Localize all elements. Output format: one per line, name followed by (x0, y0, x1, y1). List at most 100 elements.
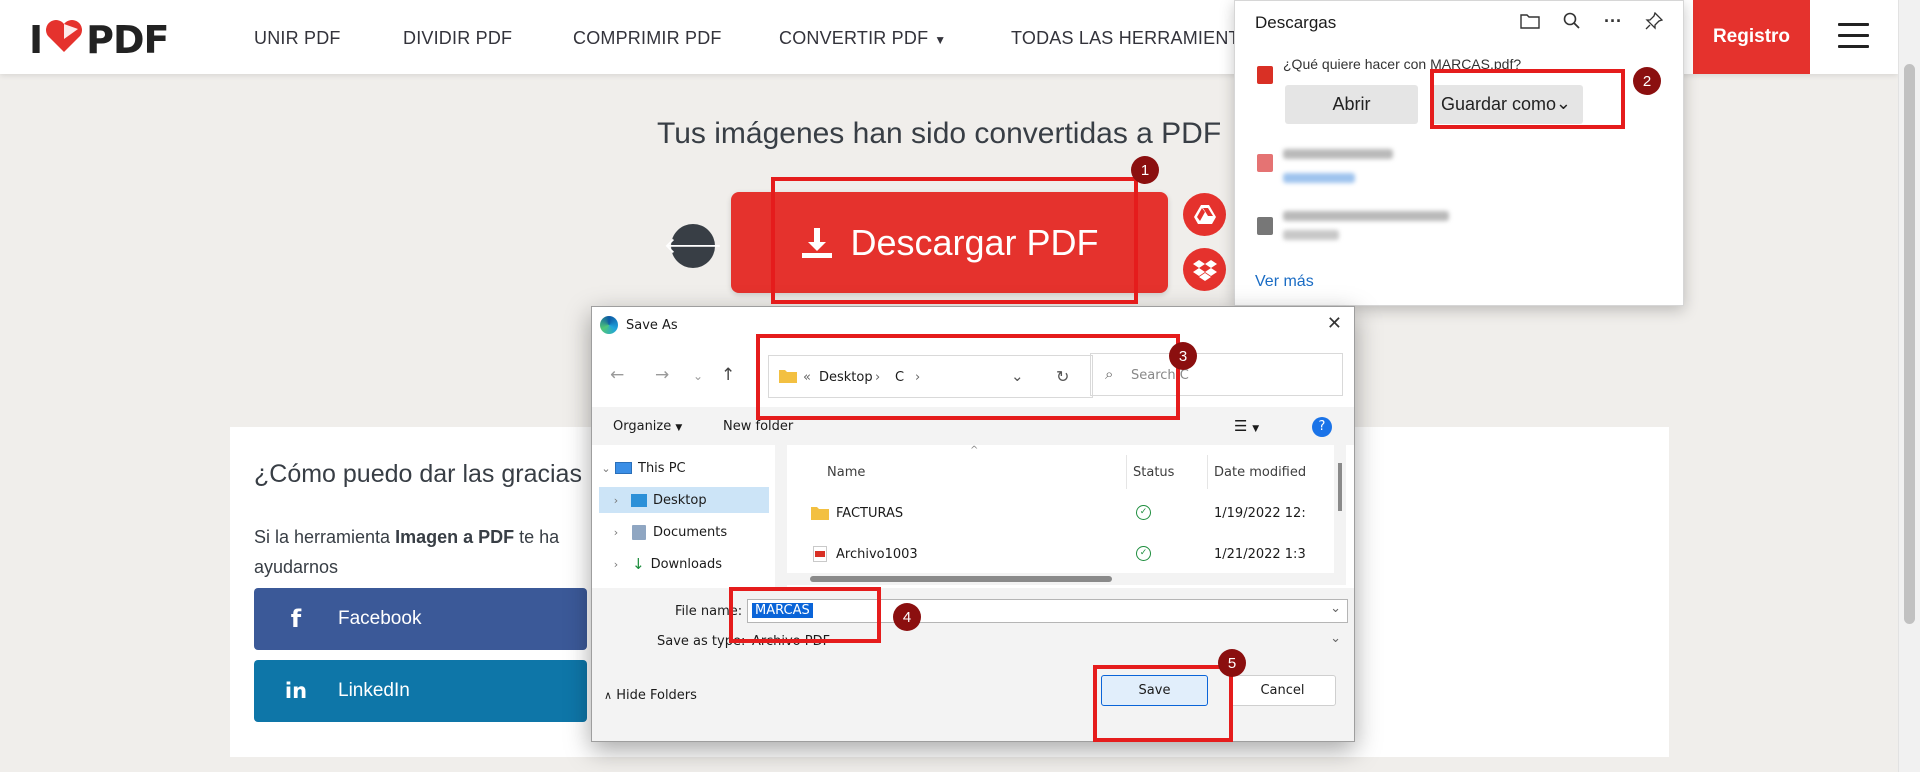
google-drive-button[interactable] (1183, 193, 1226, 236)
organize-menu[interactable]: Organize ▼ (613, 419, 682, 434)
blurred-filename (1283, 149, 1393, 159)
hamburger-menu-icon[interactable] (1838, 23, 1869, 49)
nav-downloads[interactable]: › ↓ Downloads (599, 551, 780, 577)
chevron-down-icon: ⌄ (1330, 601, 1341, 616)
documents-label: Documents (653, 524, 728, 540)
open-button[interactable]: Abrir (1285, 85, 1418, 124)
downloads-label: Downloads (650, 556, 722, 572)
highlight-save-as (1430, 69, 1625, 129)
pdf-file-icon (1257, 154, 1273, 172)
vertical-scrollbar[interactable] (1334, 445, 1346, 585)
step-badge-1: 1 (1131, 156, 1159, 184)
collapsed-chevron-icon: › (613, 557, 619, 571)
organize-label: Organize (613, 419, 672, 434)
thanks-text-line2: ayudarnos (254, 557, 339, 577)
nav-desktop[interactable]: › Desktop (599, 487, 769, 513)
sync-ok-icon: ✓ (1136, 546, 1151, 561)
logo-letter: I (29, 18, 43, 62)
collapsed-chevron-icon: › (613, 493, 619, 507)
facebook-share-button[interactable]: f Facebook (254, 588, 587, 650)
desktop-label: Desktop (653, 492, 707, 508)
registro-button[interactable]: Registro (1693, 0, 1810, 74)
scrollbar-thumb[interactable] (1338, 463, 1342, 511)
dropbox-icon (1192, 259, 1217, 281)
close-icon[interactable]: ✕ (1327, 313, 1342, 334)
forward-nav-icon[interactable]: → (655, 365, 669, 385)
nav-unir-pdf[interactable]: UNIR PDF (254, 28, 341, 49)
search-icon[interactable] (1561, 10, 1583, 32)
nav-dividir-pdf[interactable]: DIVIDIR PDF (403, 28, 512, 49)
column-date-modified[interactable]: Date modified (1214, 465, 1319, 480)
file-icon (1257, 217, 1273, 235)
nav-this-pc[interactable]: ⌄ This PC (593, 455, 774, 481)
heart-icon (45, 18, 83, 62)
nav-todas-herramientas[interactable]: TODAS LAS HERRAMIENTA (1011, 28, 1236, 49)
back-arrow-button[interactable]: 🡐 (664, 224, 723, 268)
arrow-left-icon: 🡐 (663, 233, 723, 258)
nav-documents[interactable]: › Documents (599, 519, 780, 545)
hide-folders-label: Hide Folders (616, 688, 697, 703)
thanks-title: ¿Cómo puedo dar las gracias (254, 460, 582, 488)
documents-icon (632, 524, 646, 540)
download-arrow-icon: ↓ (632, 555, 645, 573)
sync-ok-icon: ✓ (1136, 505, 1151, 520)
help-icon[interactable]: ? (1312, 417, 1332, 437)
blurred-status (1283, 230, 1339, 240)
collapsed-chevron-icon: › (613, 525, 619, 539)
up-level-icon[interactable]: ↑ (721, 365, 735, 385)
column-name[interactable]: Name (827, 465, 865, 480)
blurred-link (1283, 173, 1355, 183)
pin-icon[interactable] (1643, 10, 1665, 32)
file-row-facturas[interactable]: FACTURAS ✓ 1/19/2022 12: (786, 497, 1326, 529)
sort-ascending-icon: ^ (970, 445, 979, 456)
thanks-text: Si la herramienta Imagen a PDF te ha ayu… (254, 522, 594, 582)
nav-comprimir-pdf[interactable]: COMPRIMIR PDF (573, 28, 722, 49)
page-scrollbar[interactable] (1898, 0, 1920, 772)
ilovepdf-logo[interactable]: I PDF (29, 18, 170, 62)
navigation-pane: ⌄ This PC › Desktop › Documents › ↓ Down… (593, 445, 782, 588)
edge-browser-icon (600, 316, 618, 334)
folder-icon[interactable] (1519, 10, 1541, 32)
desktop-icon (631, 493, 647, 507)
step-badge-2: 2 (1633, 67, 1661, 95)
more-options-icon[interactable]: ··· (1602, 10, 1624, 32)
linkedin-label: LinkedIn (338, 680, 410, 701)
thanks-text-tool: Imagen a PDF (395, 527, 515, 547)
page-headline: Tus imágenes han sido convertidas a PDF (657, 117, 1222, 150)
chevron-down-icon: ⌄ (1330, 631, 1341, 646)
hide-folders-toggle[interactable]: ∧ Hide Folders (604, 688, 697, 703)
google-drive-icon (1193, 205, 1216, 224)
scrollbar-thumb[interactable] (1904, 64, 1915, 624)
linkedin-share-button[interactable]: in LinkedIn (254, 660, 587, 722)
dropbox-button[interactable] (1183, 248, 1226, 291)
pdf-file-icon (813, 546, 827, 562)
highlight-save-button (1093, 665, 1233, 742)
see-more-link[interactable]: Ver más (1255, 273, 1314, 291)
file-date: 1/19/2022 12: (1214, 506, 1306, 521)
column-status[interactable]: Status (1133, 465, 1174, 480)
cancel-button[interactable]: Cancel (1229, 675, 1336, 706)
column-separator (1126, 455, 1127, 489)
new-folder-button[interactable]: New folder (723, 419, 793, 434)
nav-convertir-label: CONVERTIR PDF (779, 28, 929, 48)
file-date: 1/21/2022 1:3 (1214, 547, 1306, 562)
step-badge-5: 5 (1218, 649, 1246, 677)
facebook-label: Facebook (338, 608, 422, 629)
file-name: Archivo1003 (836, 547, 918, 562)
highlight-download-button (771, 177, 1138, 304)
back-nav-icon[interactable]: ← (610, 365, 624, 385)
computer-icon (615, 462, 632, 474)
downloads-title: Descargas (1255, 13, 1337, 32)
nav-convertir-pdf[interactable]: CONVERTIR PDF ▼ (779, 28, 946, 49)
dialog-title: Save As (626, 318, 678, 333)
highlight-file-name (729, 587, 881, 643)
step-badge-3: 3 (1169, 342, 1197, 370)
folder-icon (811, 507, 829, 520)
highlight-address-bar (756, 334, 1180, 420)
scrollbar-thumb[interactable] (810, 576, 1112, 582)
horizontal-scrollbar[interactable] (786, 573, 1334, 585)
recent-locations-icon[interactable]: ⌄ (693, 369, 703, 383)
file-name: FACTURAS (836, 506, 904, 521)
file-row-archivo1003[interactable]: Archivo1003 ✓ 1/21/2022 1:3 (786, 538, 1326, 570)
view-options-icon[interactable]: ☰ ▼ (1234, 417, 1259, 435)
